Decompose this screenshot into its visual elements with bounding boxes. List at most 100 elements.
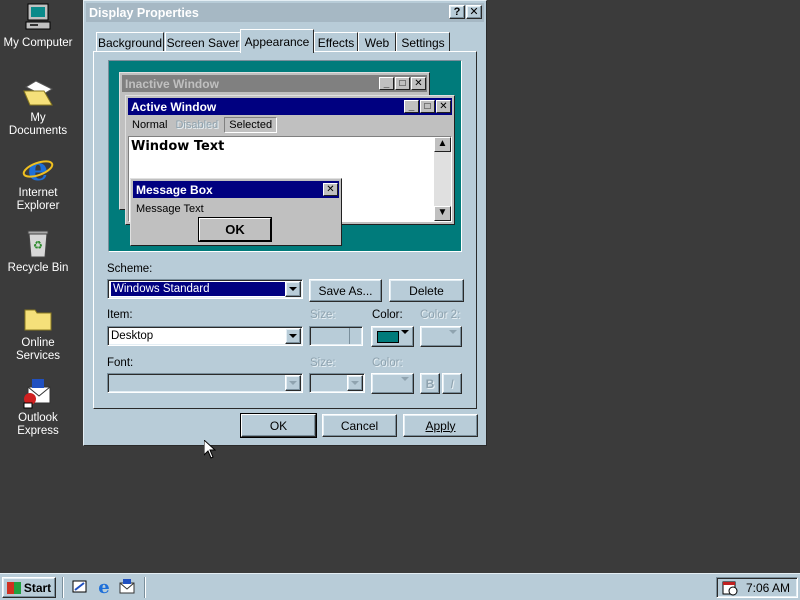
desktop-icon-label: My Documents bbox=[8, 112, 68, 137]
preview-active-title-bar: Active Window _ □ ✕ bbox=[128, 98, 452, 115]
item-color2-picker[interactable] bbox=[420, 326, 462, 347]
delete-button[interactable]: Delete bbox=[389, 279, 464, 302]
folder-documents-icon bbox=[22, 77, 54, 109]
font-dropdown[interactable] bbox=[107, 373, 303, 393]
recycle-bin-icon: ♻ bbox=[22, 227, 54, 259]
desktop-icon-recycle-bin[interactable]: ♻ Recycle Bin bbox=[0, 227, 76, 275]
preview-ok-label: OK bbox=[225, 222, 245, 237]
tab-label: Appearance bbox=[244, 34, 310, 49]
item-color2-label: Color 2: bbox=[420, 309, 461, 321]
scheme-value: Windows Standard bbox=[111, 282, 285, 296]
font-color-picker[interactable] bbox=[371, 373, 414, 394]
dropdown-arrow-icon[interactable] bbox=[347, 375, 363, 391]
tab-label: Settings bbox=[401, 35, 445, 50]
preview-ok-button: OK bbox=[199, 218, 271, 241]
preview-menu-bar: Normal Disabled Selected bbox=[128, 116, 278, 134]
taskbar-separator bbox=[144, 577, 146, 598]
show-desktop-icon[interactable] bbox=[71, 578, 89, 596]
outlook-express-icon[interactable] bbox=[118, 578, 136, 596]
appearance-preview[interactable]: Inactive Window _ □ ✕ Active Window _ □ … bbox=[108, 60, 462, 252]
ok-label: OK bbox=[269, 418, 288, 433]
preview-inactive-title-bar: Inactive Window _ □ ✕ bbox=[122, 75, 427, 92]
desktop-icon-internet-explorer[interactable]: e Internet Explorer bbox=[0, 150, 76, 213]
tab-screen-saver[interactable]: Screen Saver bbox=[165, 32, 241, 52]
item-size-spinner[interactable] bbox=[309, 326, 363, 346]
preview-message-title: Message Box bbox=[136, 182, 213, 197]
mouse-cursor-icon bbox=[203, 438, 217, 462]
tab-label: Effects bbox=[317, 35, 355, 50]
tab-background[interactable]: Background bbox=[96, 32, 164, 52]
desktop-icon-outlook-express[interactable]: Outlook Express bbox=[0, 377, 76, 438]
preview-scrollbar: ▲ ▼ bbox=[434, 137, 451, 221]
italic-button[interactable]: I bbox=[442, 373, 462, 394]
scheme-label: Scheme: bbox=[107, 263, 153, 275]
desktop-icon-online-services[interactable]: Online Services bbox=[0, 302, 76, 363]
preview-message-title-bar: Message Box ✕ bbox=[133, 181, 339, 198]
spinner-arrows-icon bbox=[349, 328, 361, 344]
preview-message-text: Message Text bbox=[136, 203, 204, 215]
close-icon: ✕ bbox=[323, 183, 338, 196]
windows-logo-icon bbox=[6, 581, 21, 594]
scroll-down-icon: ▼ bbox=[434, 206, 451, 221]
ok-button[interactable]: OK bbox=[241, 414, 316, 437]
dropdown-arrow-icon[interactable] bbox=[285, 328, 301, 344]
close-icon: ✕ bbox=[436, 100, 451, 113]
svg-text:e: e bbox=[98, 577, 109, 595]
scheme-dropdown[interactable]: Windows Standard bbox=[107, 279, 303, 299]
start-label: Start bbox=[23, 580, 52, 595]
help-button[interactable]: ? bbox=[449, 5, 465, 19]
apply-label: Apply bbox=[425, 418, 456, 433]
tab-label: Background bbox=[97, 35, 163, 50]
font-size-label: Size: bbox=[310, 357, 336, 369]
save-as-button[interactable]: Save As... bbox=[309, 279, 382, 302]
dropdown-arrow-icon[interactable] bbox=[285, 281, 301, 297]
cancel-button[interactable]: Cancel bbox=[322, 414, 397, 437]
system-tray: 7:06 AM bbox=[716, 577, 798, 598]
desktop-icon-label: My Computer bbox=[3, 37, 73, 49]
close-button[interactable]: ✕ bbox=[466, 5, 482, 19]
help-icon: ? bbox=[453, 6, 461, 18]
item-dropdown[interactable]: Desktop bbox=[107, 326, 303, 346]
tab-web[interactable]: Web bbox=[358, 32, 396, 52]
maximize-icon: □ bbox=[420, 100, 435, 113]
desktop-icon-label: Internet Explorer bbox=[16, 187, 60, 212]
item-color-label: Color: bbox=[372, 309, 403, 321]
bold-icon: B bbox=[425, 376, 435, 391]
save-as-label: Save As... bbox=[318, 283, 373, 298]
item-label: Item: bbox=[107, 309, 133, 321]
tab-effects[interactable]: Effects bbox=[314, 32, 358, 52]
dropdown-arrow-icon bbox=[401, 377, 409, 381]
preview-menu-selected: Selected bbox=[224, 117, 278, 133]
minimize-icon: _ bbox=[404, 100, 419, 113]
font-size-dropdown[interactable] bbox=[309, 373, 365, 393]
minimize-icon: _ bbox=[379, 77, 394, 90]
close-icon: ✕ bbox=[411, 77, 426, 90]
item-color-picker[interactable] bbox=[371, 326, 414, 347]
desktop-icon-label: Recycle Bin bbox=[7, 262, 69, 274]
tab-appearance[interactable]: Appearance bbox=[240, 29, 314, 53]
desktop-icon-my-computer[interactable]: My Computer bbox=[0, 2, 76, 50]
preview-active-title: Active Window bbox=[131, 99, 217, 114]
item-value: Desktop bbox=[111, 330, 154, 342]
dialog-title: Display Properties bbox=[89, 5, 199, 20]
preview-window-text: Window Text bbox=[131, 139, 225, 154]
tab-settings[interactable]: Settings bbox=[396, 32, 450, 52]
start-button[interactable]: Start bbox=[2, 577, 56, 598]
internet-explorer-icon[interactable]: e bbox=[95, 577, 113, 598]
scheduler-icon[interactable] bbox=[722, 580, 738, 596]
font-color-label: Color: bbox=[372, 357, 403, 369]
svg-text:♻: ♻ bbox=[33, 239, 43, 252]
clock[interactable]: 7:06 AM bbox=[746, 581, 790, 595]
dialog-title-bar[interactable]: Display Properties ? ✕ bbox=[86, 3, 484, 22]
taskbar: Start e 7:06 AM bbox=[0, 573, 800, 600]
preview-menu-disabled: Disabled bbox=[175, 119, 219, 131]
dropdown-arrow-icon[interactable] bbox=[285, 375, 301, 391]
maximize-icon: □ bbox=[395, 77, 410, 90]
desktop-icon-my-documents[interactable]: My Documents bbox=[0, 77, 76, 138]
apply-button[interactable]: Apply bbox=[403, 414, 478, 437]
color-swatch bbox=[376, 330, 399, 343]
close-icon: ✕ bbox=[469, 6, 479, 18]
font-label: Font: bbox=[107, 357, 134, 369]
bold-button[interactable]: B bbox=[420, 373, 440, 394]
folder-icon bbox=[22, 302, 54, 334]
